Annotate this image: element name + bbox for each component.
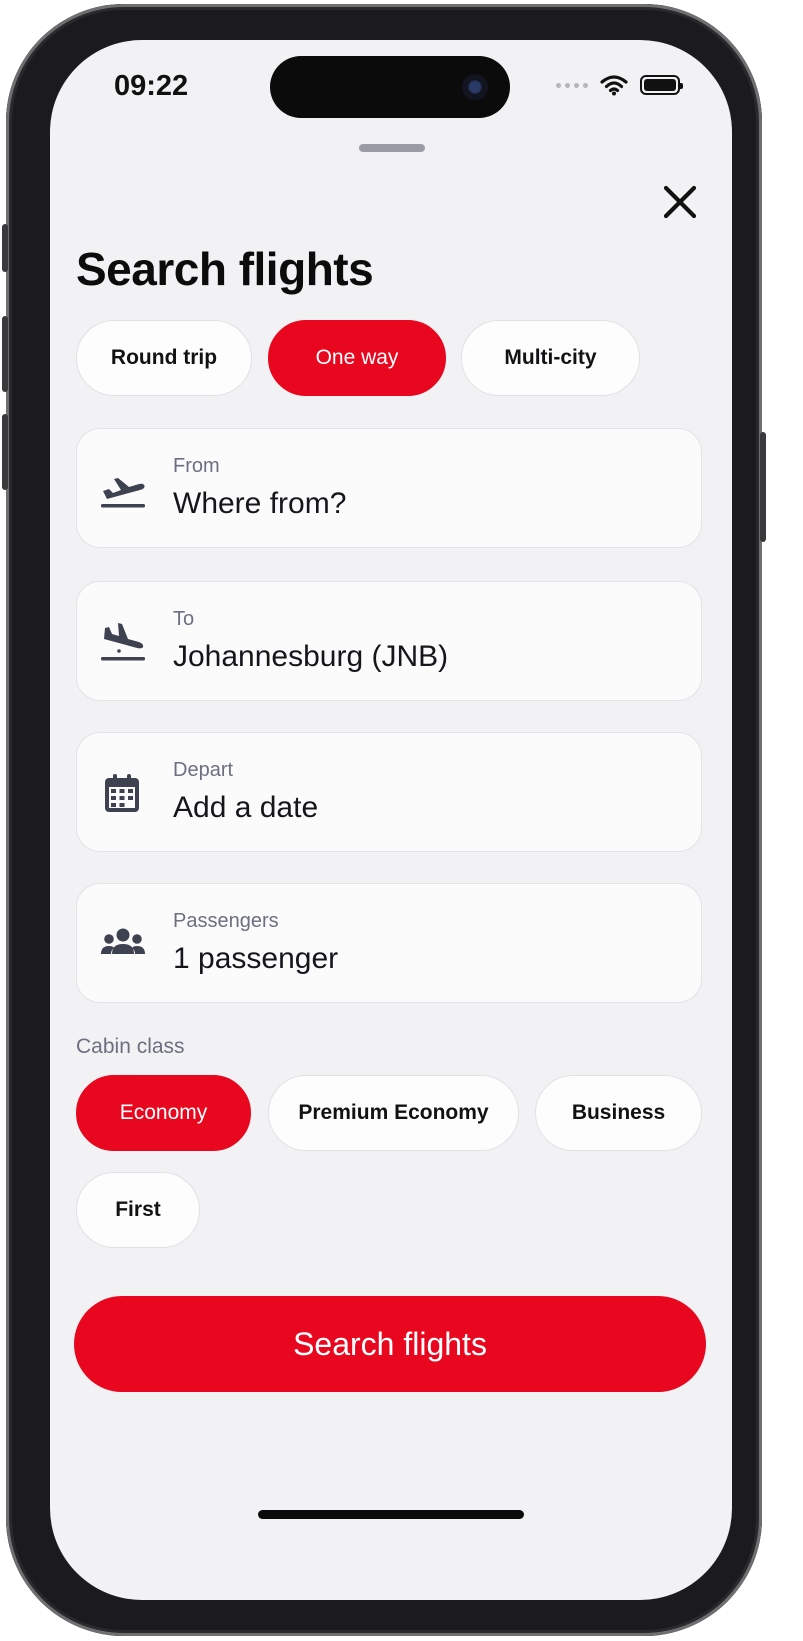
home-indicator[interactable] (258, 1510, 524, 1519)
wifi-icon (600, 75, 628, 96)
calendar-icon (105, 774, 139, 812)
dynamic-island (270, 56, 510, 118)
cabin-option-label: Premium Economy (298, 1101, 489, 1124)
page-title: Search flights (76, 243, 374, 295)
to-field[interactable]: To Johannesburg (JNB) (76, 581, 702, 701)
from-field[interactable]: From Where from? (76, 428, 702, 548)
cabin-option-label: First (115, 1198, 161, 1221)
from-label: From (173, 455, 220, 477)
status-icons (556, 74, 683, 96)
trip-type-one-way[interactable]: One way (268, 320, 446, 396)
depart-field[interactable]: Depart Add a date (76, 732, 702, 852)
screen: 09:22 Search flights Round trip One way … (50, 40, 732, 1600)
search-flights-button[interactable]: Search flights (74, 1296, 706, 1392)
from-value: Where from? (173, 487, 347, 520)
camera-icon (462, 74, 488, 100)
power-button (760, 432, 766, 542)
action-button (2, 224, 8, 272)
to-value: Johannesburg (JNB) (173, 640, 449, 673)
volume-down-button (2, 414, 8, 490)
cabin-economy[interactable]: Economy (76, 1075, 251, 1151)
cabin-option-label: Economy (119, 1101, 208, 1124)
passengers-value: 1 passenger (173, 942, 339, 975)
depart-value: Add a date (173, 791, 319, 824)
cabin-premium-economy[interactable]: Premium Economy (268, 1075, 519, 1151)
to-label: To (173, 608, 195, 630)
trip-type-label: Round trip (110, 346, 218, 369)
passengers-label: Passengers (173, 910, 279, 932)
cabin-first[interactable]: First (76, 1172, 200, 1248)
people-icon (101, 928, 145, 954)
trip-type-multi-city[interactable]: Multi-city (461, 320, 640, 396)
trip-type-label: One way (315, 346, 399, 369)
passengers-field[interactable]: Passengers 1 passenger (76, 883, 702, 1003)
close-icon[interactable] (658, 180, 702, 224)
takeoff-icon (101, 478, 145, 508)
trip-type-round-trip[interactable]: Round trip (76, 320, 252, 396)
cabin-business[interactable]: Business (535, 1075, 702, 1151)
status-time: 09:22 (114, 70, 189, 102)
signal-icon (556, 82, 588, 88)
phone-frame: 09:22 Search flights Round trip One way … (2, 4, 766, 1636)
battery-icon (640, 75, 683, 95)
cabin-option-label: Business (571, 1101, 666, 1124)
volume-up-button (2, 316, 8, 392)
search-flights-button-label: Search flights (293, 1325, 487, 1362)
landing-icon (101, 623, 145, 661)
cabin-class-label: Cabin class (76, 1035, 185, 1058)
sheet-grabber[interactable] (359, 144, 425, 152)
trip-type-label: Multi-city (504, 346, 597, 369)
depart-label: Depart (173, 759, 234, 781)
